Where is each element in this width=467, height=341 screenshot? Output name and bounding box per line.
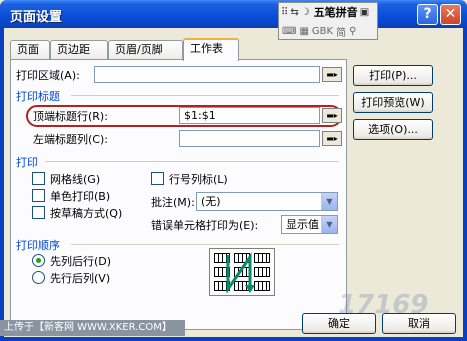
group-divider [71, 244, 339, 245]
tab-header-footer[interactable]: 页眉/页脚 [108, 40, 183, 60]
left-cols-collapse-icon[interactable]: ▬▸ [322, 131, 342, 146]
ime-toolbar: ⠿ ⇆ ☽ 五笔拼音 ▣ ⌨ ▦ GBK 简 ⚲ [278, 2, 378, 40]
order-arrow-icon [226, 252, 255, 294]
comments-select[interactable]: (无) ▼ [196, 192, 338, 211]
top-rows-collapse-icon[interactable]: ▬▸ [322, 108, 342, 123]
ime-grip-icon[interactable]: ⠿ [281, 7, 288, 18]
print-group-title: 打印 [16, 156, 38, 169]
errors-label: 错误单元格打印为(E): [151, 219, 259, 232]
over-then-down-radio[interactable] [32, 271, 45, 284]
print-area-label: 打印区域(A): [16, 69, 80, 82]
draft-label[interactable]: 按草稿方式(Q) [50, 205, 122, 221]
ime-grid-icon[interactable]: ▦ [299, 26, 308, 37]
over-then-down-label[interactable]: 先行后列(V) [50, 270, 110, 286]
ime-keyboard-icon[interactable]: ⌨ [282, 26, 296, 37]
sheet-panel: 打印区域(A): ▬▸ 打印标题 顶端标题行(R): $1:$1 ▬▸ 左端标题… [10, 59, 347, 330]
gridlines-label[interactable]: 网格线(G) [50, 171, 100, 187]
ime-gbk[interactable]: GBK [312, 26, 333, 37]
print-preview-button[interactable]: 打印预览(W) [353, 92, 433, 113]
ime-name[interactable]: 五笔拼音 [314, 4, 358, 20]
watermark-logo: 17169 [338, 290, 429, 320]
options-button[interactable]: 选项(O)... [353, 119, 433, 140]
top-rows-label: 顶端标题行(R): [33, 110, 108, 123]
print-area-collapse-icon[interactable]: ▬▸ [322, 67, 342, 82]
window-title: 页面设置 [10, 10, 63, 25]
draft-checkbox[interactable] [32, 206, 45, 219]
tab-page[interactable]: 页面 [10, 40, 50, 60]
print-button[interactable]: 打印(P)... [353, 65, 433, 86]
page-order-preview-icon [209, 248, 275, 296]
errors-select[interactable]: 显示值 ▼ [281, 215, 338, 234]
print-titles-group-title: 打印标题 [16, 90, 60, 103]
title-bar[interactable]: 页面设置 ? ✕ [0, 0, 467, 28]
headings-checkbox[interactable] [151, 172, 164, 185]
mono-checkbox[interactable] [32, 189, 45, 202]
left-cols-input[interactable] [179, 130, 320, 147]
ime-search-icon[interactable]: ⚲ [349, 26, 356, 37]
gridlines-checkbox[interactable] [32, 172, 45, 185]
close-button[interactable]: ✕ [440, 4, 461, 25]
page-setup-dialog: 页面设置 ? ✕ ⠿ ⇆ ☽ 五笔拼音 ▣ ⌨ ▦ GBK 简 ⚲ 页面 页边距… [0, 0, 467, 341]
group-divider [71, 95, 339, 96]
tab-sheet[interactable]: 工作表 [183, 38, 239, 61]
print-area-input[interactable] [94, 66, 320, 83]
headings-label[interactable]: 行号列标(L) [169, 171, 228, 187]
order-group-title: 打印顺序 [16, 239, 60, 252]
down-then-over-label[interactable]: 先列后行(D) [50, 253, 111, 269]
group-divider [45, 161, 339, 162]
tab-margins[interactable]: 页边距 [50, 40, 108, 60]
ime-mode-icon[interactable]: ⇆ [290, 7, 298, 18]
ime-menu-icon[interactable]: ▣ [360, 7, 369, 18]
mono-label[interactable]: 单色打印(B) [50, 188, 110, 204]
top-rows-input[interactable]: $1:$1 [179, 107, 320, 124]
chevron-down-icon[interactable]: ▼ [321, 216, 337, 233]
left-cols-label: 左端标题列(C): [33, 133, 108, 146]
chevron-down-icon[interactable]: ▼ [321, 193, 337, 210]
comments-value: (无) [201, 195, 221, 208]
help-button[interactable]: ? [417, 4, 438, 25]
down-then-over-radio[interactable] [32, 254, 45, 267]
watermark-caption: 上传于【新客网 WWW.XKER.COM】 [0, 320, 185, 336]
errors-value: 显示值 [286, 218, 319, 231]
ime-moon-icon[interactable]: ☽ [301, 7, 310, 18]
comments-label: 批注(M): [151, 196, 195, 209]
ime-simplified[interactable]: 简 [336, 24, 346, 39]
